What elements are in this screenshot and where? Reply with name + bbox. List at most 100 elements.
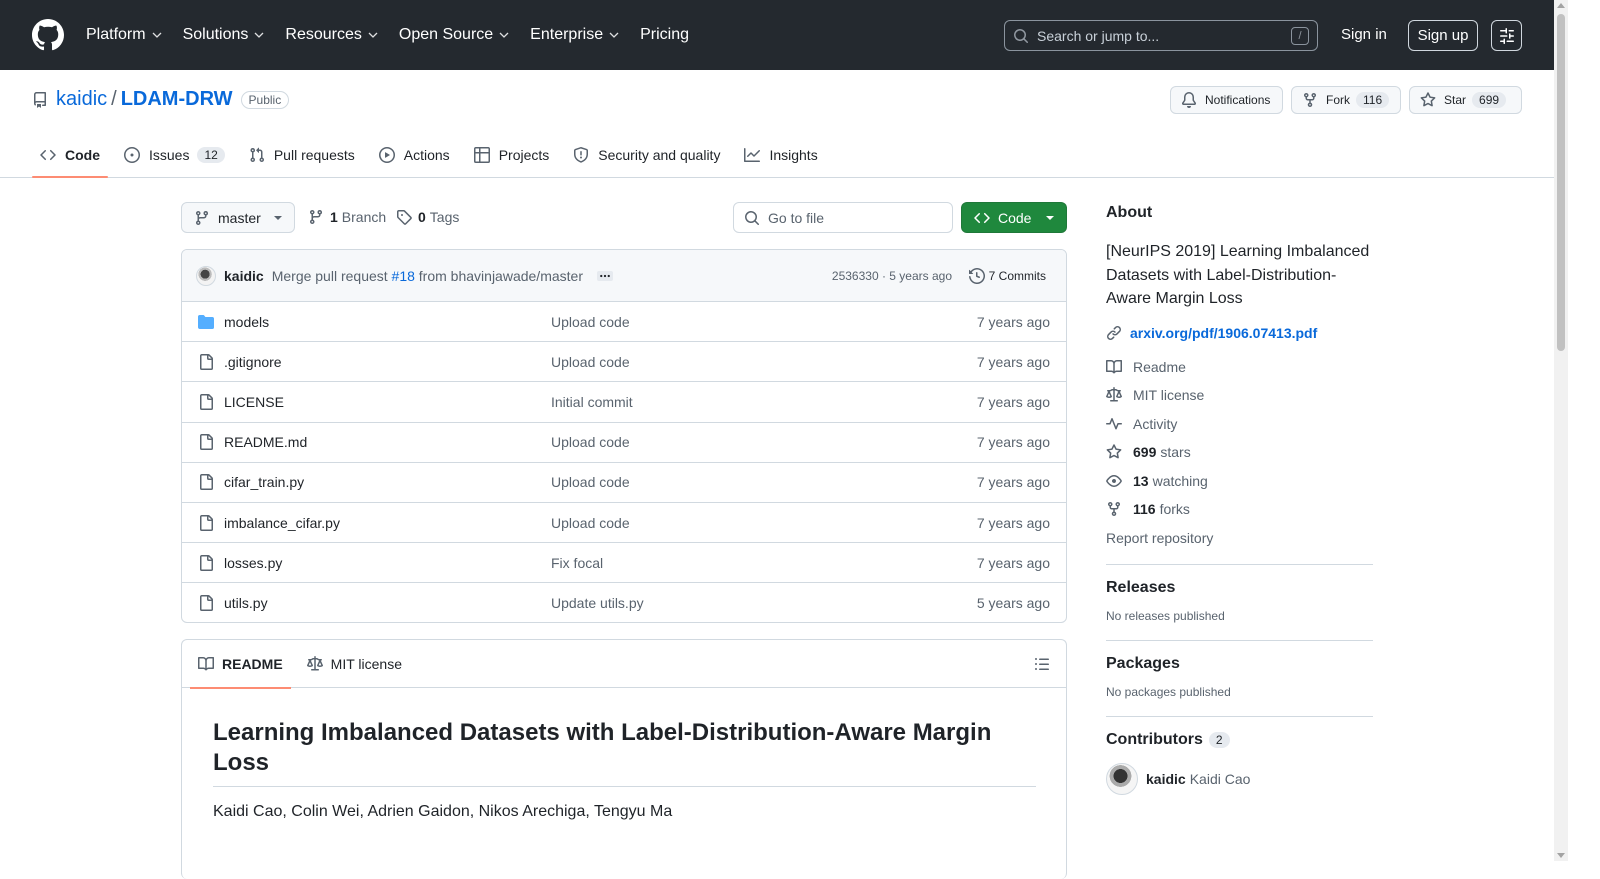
table-row[interactable]: README.md Upload code 7 years ago bbox=[182, 423, 1066, 463]
commit-hash-time[interactable]: 2536330 · 5 years ago bbox=[832, 269, 952, 283]
sign-up-button[interactable]: Sign up bbox=[1408, 20, 1478, 51]
go-to-file-input[interactable]: Go to file bbox=[733, 202, 953, 233]
nav-platform[interactable]: Platform bbox=[86, 26, 163, 44]
commit-message-suffix: from bhavinjawade/master bbox=[418, 267, 583, 284]
file-commit-message-link[interactable]: Fix focal bbox=[551, 555, 603, 571]
releases-heading[interactable]: Releases bbox=[1106, 579, 1373, 597]
license-link[interactable]: MIT license bbox=[1106, 381, 1373, 410]
scrollbar-thumb[interactable] bbox=[1557, 14, 1565, 351]
nav-pricing[interactable]: Pricing bbox=[640, 26, 689, 44]
nav-resources[interactable]: Resources bbox=[285, 26, 378, 44]
file-commit-message-link[interactable]: Upload code bbox=[551, 354, 630, 370]
repo-owner-link[interactable]: kaidic bbox=[56, 88, 107, 111]
branches-link[interactable]: 1 Branch bbox=[308, 209, 386, 225]
table-row[interactable]: losses.py Fix focal 7 years ago bbox=[182, 543, 1066, 584]
link-icon bbox=[1107, 325, 1121, 340]
packages-heading[interactable]: Packages bbox=[1106, 655, 1373, 673]
tab-security[interactable]: Security and quality bbox=[565, 134, 728, 176]
contributor-login[interactable]: kaidic bbox=[1146, 771, 1186, 787]
file-name-link[interactable]: utils.py bbox=[224, 595, 268, 611]
avatar[interactable] bbox=[1106, 763, 1138, 795]
watching-count: 13 bbox=[1133, 472, 1149, 489]
commit-author-link[interactable]: kaidic bbox=[224, 268, 264, 284]
file-name-link[interactable]: .gitignore bbox=[224, 354, 282, 370]
table-row[interactable]: imbalance_cifar.py Upload code 7 years ago bbox=[182, 503, 1066, 544]
file-name-link[interactable]: models bbox=[224, 314, 269, 330]
releases-empty: No releases published bbox=[1106, 609, 1225, 623]
eye-icon bbox=[1106, 474, 1122, 487]
command-palette-button[interactable] bbox=[1491, 20, 1522, 51]
tab-insights[interactable]: Insights bbox=[736, 134, 825, 176]
nav-enterprise[interactable]: Enterprise bbox=[530, 26, 620, 44]
tab-pull-requests[interactable]: Pull requests bbox=[241, 134, 363, 176]
watchers-link[interactable]: 13 watching bbox=[1106, 467, 1373, 496]
page-scrollbar[interactable] bbox=[1554, 0, 1568, 861]
tab-readme[interactable]: README bbox=[190, 640, 291, 689]
code-button-label: Code bbox=[998, 209, 1032, 226]
file-icon bbox=[198, 514, 214, 531]
nav-resources-label: Resources bbox=[285, 26, 362, 43]
file-name-link[interactable]: LICENSE bbox=[224, 394, 284, 410]
sign-in-link[interactable]: Sign in bbox=[1341, 26, 1387, 43]
repo-name-link[interactable]: LDAM-DRW bbox=[121, 88, 233, 111]
branch-selector[interactable]: master bbox=[181, 202, 295, 233]
nav-open-source[interactable]: Open Source bbox=[399, 26, 510, 44]
github-logo-icon[interactable] bbox=[32, 19, 64, 51]
repo-icon bbox=[34, 91, 46, 108]
file-name-link[interactable]: losses.py bbox=[224, 555, 282, 571]
fork-count: 116 bbox=[1356, 92, 1390, 108]
commits-history-link[interactable]: 7 Commits bbox=[968, 267, 1046, 284]
commit-message[interactable]: Merge pull request #18 from bhavinjawade… bbox=[272, 268, 583, 284]
git-branch-icon bbox=[195, 210, 208, 225]
table-row[interactable]: cifar_train.py Upload code 7 years ago bbox=[182, 463, 1066, 503]
contributor-item[interactable]: kaidic Kaidi Cao bbox=[1106, 763, 1373, 795]
tab-actions[interactable]: Actions bbox=[371, 134, 458, 176]
table-row[interactable]: LICENSE Initial commit 7 years ago bbox=[182, 382, 1066, 423]
tags-link[interactable]: 0 Tags bbox=[396, 209, 459, 225]
star-button[interactable]: Star 699 bbox=[1409, 86, 1522, 114]
table-row[interactable]: utils.py Update utils.py 5 years ago bbox=[182, 583, 1066, 622]
table-row[interactable]: models Upload code 7 years ago bbox=[182, 302, 1066, 343]
homepage-link[interactable]: arxiv.org/pdf/1906.07413.pdf bbox=[1106, 325, 1373, 341]
scroll-down-arrow-icon[interactable] bbox=[1557, 853, 1565, 858]
expand-commit-button[interactable] bbox=[596, 270, 613, 281]
readme-link[interactable]: Readme bbox=[1106, 353, 1373, 382]
stars-link[interactable]: 699 stars bbox=[1106, 438, 1373, 467]
report-repository-link[interactable]: Report repository bbox=[1106, 524, 1373, 553]
table-row[interactable]: .gitignore Upload code 7 years ago bbox=[182, 342, 1066, 383]
search-icon bbox=[1014, 28, 1028, 43]
search-input[interactable]: Search or jump to... / bbox=[1004, 20, 1318, 51]
file-commit-message-link[interactable]: Update utils.py bbox=[551, 595, 644, 611]
sliders-icon bbox=[1499, 27, 1514, 44]
window-edge bbox=[1568, 0, 1600, 861]
tab-code[interactable]: Code bbox=[32, 134, 108, 178]
list-unordered-icon[interactable] bbox=[1034, 656, 1050, 672]
file-commit-message-link[interactable]: Initial commit bbox=[551, 394, 633, 410]
file-name-link[interactable]: README.md bbox=[224, 434, 307, 450]
tab-issues[interactable]: Issues 12 bbox=[116, 134, 233, 176]
contributors-count: 2 bbox=[1208, 732, 1230, 748]
tab-projects[interactable]: Projects bbox=[466, 134, 558, 176]
file-commit-message-link[interactable]: Upload code bbox=[551, 434, 630, 450]
tab-license[interactable]: MIT license bbox=[299, 640, 410, 688]
avatar[interactable] bbox=[196, 265, 216, 286]
nav-solutions[interactable]: Solutions bbox=[183, 26, 266, 44]
repo-title: kaidic / LDAM-DRW Public bbox=[32, 88, 290, 111]
notifications-button[interactable]: Notifications bbox=[1170, 86, 1283, 114]
forks-link[interactable]: 116 forks bbox=[1106, 495, 1373, 524]
file-commit-message-link[interactable]: Upload code bbox=[551, 474, 630, 490]
scroll-up-arrow-icon[interactable] bbox=[1557, 3, 1565, 8]
license-label: MIT license bbox=[1133, 387, 1205, 404]
activity-link[interactable]: Activity bbox=[1106, 410, 1373, 439]
fork-button[interactable]: Fork 116 bbox=[1291, 86, 1401, 114]
pr-link[interactable]: #18 bbox=[392, 268, 415, 284]
file-commit-age: 7 years ago bbox=[976, 434, 1050, 451]
contributors-heading[interactable]: Contributors 2 bbox=[1106, 731, 1373, 749]
code-dropdown-button[interactable]: Code bbox=[961, 202, 1067, 233]
file-name-link[interactable]: imbalance_cifar.py bbox=[224, 515, 340, 531]
file-commit-message-link[interactable]: Upload code bbox=[551, 314, 630, 330]
file-name-link[interactable]: cifar_train.py bbox=[224, 474, 304, 490]
file-commit-message-link[interactable]: Upload code bbox=[551, 515, 630, 531]
nav-enterprise-label: Enterprise bbox=[530, 26, 604, 43]
file-list: models Upload code 7 years ago .gitignore Up… bbox=[182, 302, 1066, 622]
